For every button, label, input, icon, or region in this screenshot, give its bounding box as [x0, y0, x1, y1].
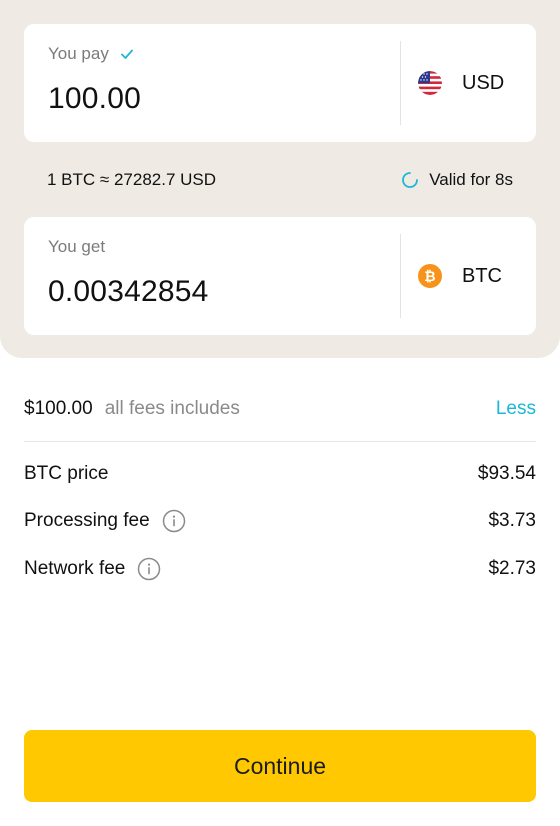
get-card: You get ₿ BTC: [24, 217, 536, 335]
pay-card: You pay 100.00 USD: [24, 24, 536, 142]
fee-name: BTC price: [24, 463, 109, 484]
fee-value: $93.54: [477, 463, 536, 484]
summary-note: all fees includes: [104, 398, 240, 419]
get-currency-selector[interactable]: ₿ BTC: [418, 217, 536, 335]
validity-text: Valid for 8s: [429, 170, 513, 189]
rate-row: 1 BTC ≈ 27282.7 USD Valid for 8s: [47, 170, 513, 190]
fee-name-group: Network fee: [24, 557, 161, 581]
pay-divider: [400, 41, 401, 125]
fee-row-processing: Processing fee $3.73: [24, 509, 536, 533]
get-label: You get: [48, 237, 106, 256]
get-divider: [400, 234, 401, 318]
check-icon: [120, 49, 133, 59]
quote-validity: Valid for 8s: [401, 170, 513, 190]
get-currency-label: BTC: [462, 264, 502, 287]
pay-label: You pay: [48, 44, 109, 63]
info-icon[interactable]: [137, 557, 161, 581]
pay-currency-label: USD: [462, 71, 505, 94]
fee-value: $2.73: [488, 558, 536, 579]
fee-value: $3.73: [488, 510, 536, 531]
fee-row-network: Network fee $2.73: [24, 557, 536, 581]
info-icon[interactable]: [162, 509, 186, 533]
fee-row-btc-price: BTC price $93.54: [24, 463, 536, 485]
pay-currency-selector[interactable]: USD: [418, 24, 536, 142]
summary-total: $100.00: [24, 398, 93, 419]
fee-name-group: Processing fee: [24, 509, 186, 533]
exchange-rate: 1 BTC ≈ 27282.7 USD: [47, 170, 217, 189]
bitcoin-icon: ₿: [418, 264, 442, 288]
fee-name-group: BTC price: [24, 463, 108, 485]
us-flag-icon: [418, 71, 442, 95]
exchange-panel: You pay 100.00 USD 1 BTC ≈ 27282.7 USD V…: [0, 0, 560, 358]
pay-label-group: You pay: [48, 44, 135, 64]
summary-divider: [24, 441, 536, 442]
less-toggle-link[interactable]: Less: [496, 398, 536, 420]
fee-name: Network fee: [24, 558, 126, 579]
continue-button[interactable]: Continue: [24, 730, 536, 802]
fee-name: Processing fee: [24, 510, 150, 531]
spinner-icon: [402, 172, 419, 188]
get-label-group: You get: [48, 237, 105, 257]
get-amount-input[interactable]: [48, 275, 388, 309]
fee-summary: $100.00 all fees includes Less: [24, 398, 536, 420]
pay-amount-input[interactable]: [48, 82, 388, 116]
